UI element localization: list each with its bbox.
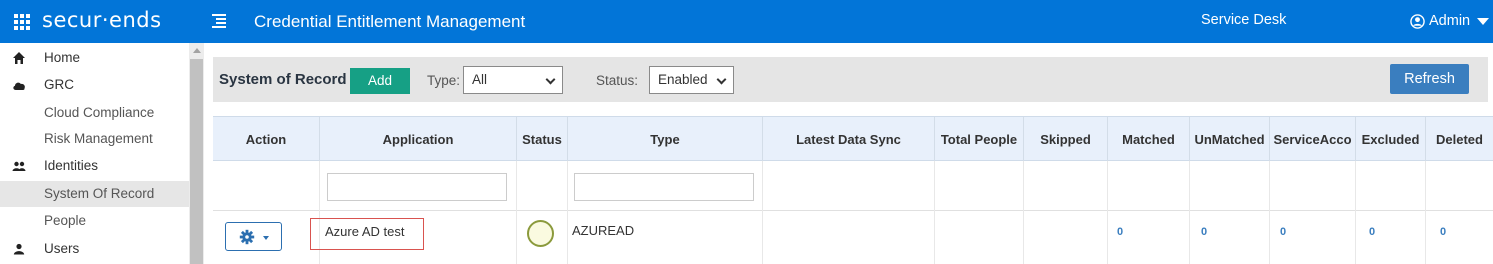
status-indicator (527, 220, 554, 247)
column-header-latest-data-sync[interactable]: Latest Data Sync (762, 117, 934, 162)
chevron-down-icon (716, 74, 727, 85)
sidebar-item-people[interactable]: People (0, 208, 189, 234)
application-cell[interactable]: Azure AD test (310, 218, 424, 250)
sidebar-item-users[interactable]: Users (0, 236, 189, 262)
sidebar-item-label: Users (44, 241, 80, 256)
add-button[interactable]: Add (350, 68, 410, 94)
matched-count[interactable]: 0 (1117, 226, 1123, 238)
deleted-count[interactable]: 0 (1440, 226, 1446, 238)
sidebar-item-cloud-compliance[interactable]: Cloud Compliance (0, 100, 189, 126)
sidebar-item-label: System Of Record (44, 186, 155, 201)
menu-toggle-icon[interactable] (212, 13, 228, 29)
sidebar-item-label: GRC (44, 77, 74, 92)
application-filter-input[interactable] (327, 173, 507, 201)
top-bar: secur·ends Credential Entitlement Manage… (0, 0, 1493, 43)
status-select[interactable]: Enabled (649, 66, 734, 94)
sidebar-item-risk-management[interactable]: Risk Management (0, 126, 189, 152)
sidebar-item-label: Cloud Compliance (44, 105, 155, 120)
chevron-down-icon (545, 74, 556, 85)
apps-grid-icon[interactable] (14, 14, 30, 30)
filter-row (213, 161, 1493, 211)
type-cell: AZUREAD (572, 223, 635, 238)
users-icon (12, 161, 26, 171)
sor-table: Action Application Status Type Latest Da… (213, 116, 1493, 264)
sidebar: Home GRC Cloud Compliance Risk Managemen… (0, 43, 204, 264)
service-accounts-count[interactable]: 0 (1280, 226, 1286, 238)
column-header-unmatched[interactable]: UnMatched (1189, 117, 1269, 162)
sidebar-item-system-of-record[interactable]: System Of Record (0, 181, 189, 207)
row-actions-button[interactable] (225, 222, 282, 251)
user-name: Admin (1429, 13, 1471, 29)
brand-logo: secur·ends (42, 8, 162, 32)
type-select-value: All (472, 72, 488, 87)
cloud-icon (13, 82, 25, 90)
column-header-deleted[interactable]: Deleted (1425, 117, 1493, 162)
table-header: Action Application Status Type Latest Da… (213, 116, 1493, 162)
column-header-total-people[interactable]: Total People (934, 117, 1023, 162)
home-icon (13, 52, 25, 64)
sidebar-item-identities[interactable]: Identities (0, 153, 189, 179)
service-desk-link[interactable]: Service Desk (1201, 12, 1286, 28)
column-header-service-accounts[interactable]: ServiceAcco (1269, 117, 1355, 162)
status-select-value: Enabled (658, 72, 708, 87)
refresh-button[interactable]: Refresh (1390, 64, 1469, 94)
table-row: Azure AD test AZUREAD 0 0 0 0 0 (213, 212, 1493, 264)
gear-icon (239, 229, 255, 245)
sidebar-item-grc[interactable]: GRC (0, 72, 189, 98)
user-icon (13, 243, 25, 255)
type-select[interactable]: All (463, 66, 563, 94)
column-header-matched[interactable]: Matched (1107, 117, 1189, 162)
user-circle-icon (1410, 13, 1425, 29)
status-filter-label: Status: (596, 73, 639, 88)
sidebar-item-label: Identities (44, 158, 99, 173)
scroll-up-icon[interactable] (193, 48, 201, 53)
sidebar-item-label: Risk Management (44, 131, 153, 146)
column-header-excluded[interactable]: Excluded (1355, 117, 1425, 162)
sidebar-item-label: Home (44, 50, 81, 65)
column-header-action[interactable]: Action (213, 117, 319, 162)
sidebar-item-home[interactable]: Home (0, 45, 189, 71)
type-filter-label: Type: (427, 73, 461, 88)
unmatched-count[interactable]: 0 (1201, 226, 1207, 238)
column-header-application[interactable]: Application (319, 117, 516, 162)
column-header-status[interactable]: Status (516, 117, 567, 162)
type-filter-input[interactable] (574, 173, 754, 201)
caret-down-icon (263, 236, 269, 240)
sidebar-scrollbar-thumb[interactable] (190, 59, 203, 264)
page-title: System of Record (219, 71, 347, 88)
column-header-skipped[interactable]: Skipped (1023, 117, 1107, 162)
sidebar-item-label: People (44, 213, 87, 228)
excluded-count[interactable]: 0 (1369, 226, 1375, 238)
column-header-type[interactable]: Type (567, 117, 762, 162)
sor-toolbar: System of Record Add Type: All Status: E… (213, 57, 1488, 102)
app-title: Credential Entitlement Management (254, 12, 526, 31)
caret-down-icon (1477, 17, 1490, 25)
user-menu[interactable]: Admin (1410, 13, 1490, 29)
